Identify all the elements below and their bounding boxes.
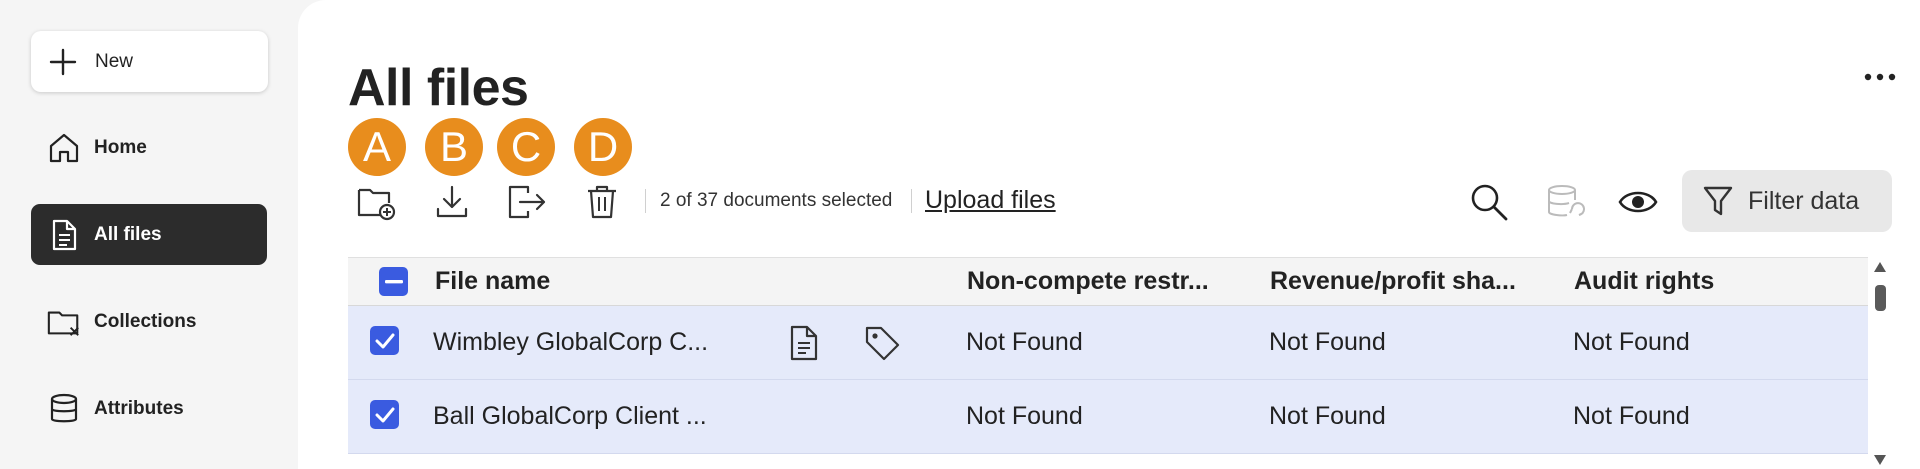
badge-b: B — [425, 118, 483, 176]
file-name-cell[interactable]: Ball GlobalCorp Client ... — [433, 380, 707, 453]
main-panel: All files A B C D 2 of 37 documents sele… — [298, 0, 1920, 469]
files-table: File name Non-compete restr... Revenue/p… — [348, 257, 1868, 454]
column-header-file-name[interactable]: File name — [435, 258, 550, 305]
non-compete-cell: Not Found — [966, 328, 1083, 356]
upload-files-link[interactable]: Upload files — [925, 186, 1056, 215]
sidebar-item-label: Attributes — [94, 397, 184, 419]
plus-icon — [45, 44, 81, 80]
non-compete-cell: Not Found — [966, 402, 1083, 430]
column-header-non-compete[interactable]: Non-compete restr... — [967, 258, 1209, 305]
column-header-audit-rights[interactable]: Audit rights — [1574, 258, 1714, 305]
revenue-profit-cell: Not Found — [1269, 402, 1386, 430]
row-checkbox-cell — [370, 380, 399, 453]
row-checkbox[interactable] — [370, 400, 399, 429]
row-checkbox-cell — [370, 306, 399, 379]
more-options-icon[interactable] — [1858, 60, 1902, 94]
sidebar: New Home All files Collections Attribute… — [0, 0, 298, 469]
home-icon — [46, 130, 82, 166]
new-button[interactable]: New — [31, 31, 268, 92]
revenue-profit-cell: Not Found — [1269, 328, 1386, 356]
search-icon[interactable] — [1467, 180, 1511, 224]
sidebar-item-attributes[interactable]: Attributes — [31, 378, 267, 439]
selection-count: 2 of 37 documents selected — [660, 190, 893, 211]
badge-a: A — [348, 118, 406, 176]
filter-data-label: Filter data — [1748, 186, 1860, 215]
table-header: File name Non-compete restr... Revenue/p… — [348, 257, 1868, 306]
filter-data-button[interactable]: Filter data — [1682, 170, 1892, 232]
eye-icon[interactable] — [1616, 180, 1660, 224]
sidebar-item-collections[interactable]: Collections — [31, 291, 267, 352]
document-preview-icon[interactable] — [788, 306, 820, 379]
badge-d: D — [574, 118, 632, 176]
download-icon[interactable] — [430, 180, 474, 224]
sidebar-item-label: All files — [94, 223, 162, 245]
scroll-thumb[interactable] — [1875, 285, 1886, 311]
column-header-revenue-profit[interactable]: Revenue/profit sha... — [1270, 258, 1516, 305]
sidebar-item-label: Home — [94, 136, 147, 158]
scroll-down-arrow-icon[interactable] — [1873, 454, 1887, 466]
database-icon — [46, 391, 82, 427]
filter-icon — [1702, 184, 1734, 218]
folder-collection-icon — [46, 304, 82, 340]
audit-rights-cell: Not Found — [1573, 402, 1690, 430]
badge-c: C — [497, 118, 555, 176]
file-name-cell[interactable]: Wimbley GlobalCorp C... — [433, 306, 708, 379]
new-button-label: New — [95, 50, 134, 72]
table-row[interactable]: Ball GlobalCorp Client ... Not Found Not… — [348, 380, 1868, 454]
sidebar-item-label: Collections — [94, 310, 197, 332]
document-icon — [46, 217, 82, 253]
toolbar-divider — [911, 189, 912, 213]
page-title: All files — [348, 59, 529, 117]
tag-icon[interactable] — [863, 306, 901, 379]
row-checkbox[interactable] — [370, 326, 399, 355]
sidebar-item-home[interactable]: Home — [31, 117, 267, 178]
sync-data-icon — [1543, 180, 1587, 224]
select-all-checkbox-cell — [379, 258, 408, 305]
new-folder-icon[interactable] — [354, 180, 398, 224]
toolbar-divider — [645, 189, 646, 213]
table-row[interactable]: Wimbley GlobalCorp C... Not Found Not Fo… — [348, 306, 1868, 380]
table-scrollbar[interactable] — [1871, 257, 1889, 469]
select-all-checkbox[interactable] — [379, 267, 408, 296]
delete-icon[interactable] — [580, 180, 624, 224]
audit-rights-cell: Not Found — [1573, 328, 1690, 356]
scroll-up-arrow-icon[interactable] — [1873, 261, 1887, 273]
move-to-icon[interactable] — [505, 180, 549, 224]
sidebar-item-all-files[interactable]: All files — [31, 204, 267, 265]
